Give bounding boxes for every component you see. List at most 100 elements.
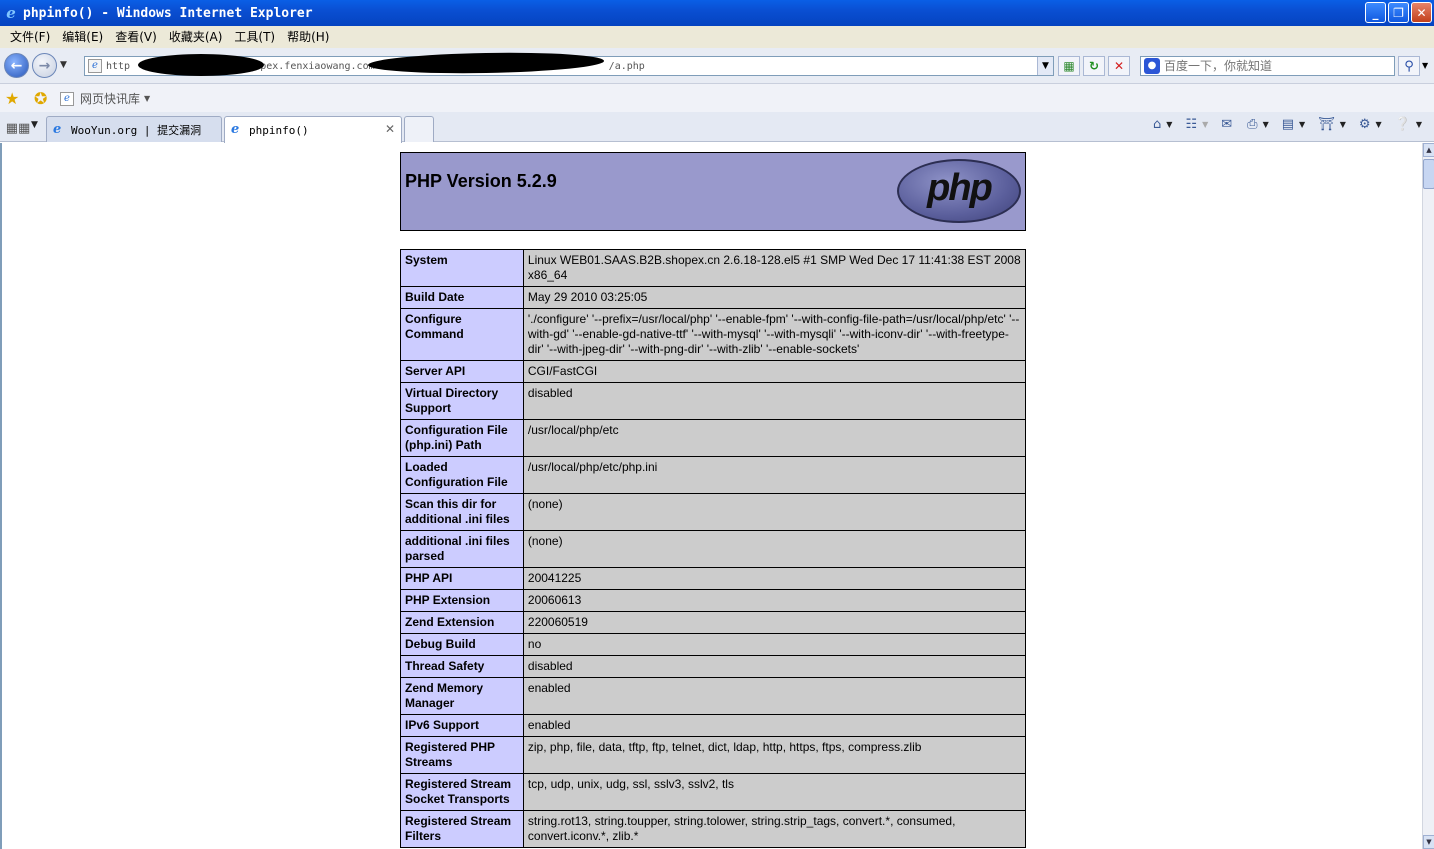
- back-arrow-icon[interactable]: ←: [4, 53, 29, 78]
- search-input[interactable]: [1164, 59, 1384, 73]
- tab-list-dropdown-icon[interactable]: ▼: [31, 120, 38, 130]
- web-slice-gallery-link[interactable]: e 网页快讯库 ▼: [60, 90, 150, 107]
- menu-file[interactable]: 文件(F): [4, 26, 56, 48]
- chevron-down-icon[interactable]: ▼: [1263, 120, 1269, 129]
- info-key: Zend Memory Manager: [400, 677, 524, 715]
- info-value: Linux WEB01.SAAS.B2B.shopex.cn 2.6.18-12…: [522, 249, 1027, 287]
- print-icon[interactable]: ⎙: [1245, 117, 1259, 132]
- table-row: Zend Memory Manager enabled: [400, 677, 1027, 715]
- forward-arrow-icon[interactable]: →: [32, 53, 57, 78]
- ie-page-icon: e: [53, 121, 62, 137]
- add-to-favorites-icon[interactable]: ✪: [34, 89, 47, 108]
- minimize-button[interactable]: _: [1365, 2, 1386, 23]
- info-key: Build Date: [400, 286, 524, 309]
- info-key: PHP Extension: [400, 589, 524, 612]
- table-row: IPv6 Support enabled: [400, 714, 1027, 737]
- stop-icon[interactable]: ✕: [1108, 56, 1130, 76]
- info-value: disabled: [522, 655, 1027, 678]
- new-tab-button[interactable]: [404, 116, 434, 142]
- gear-icon[interactable]: ⚙: [1357, 117, 1373, 132]
- php-logo[interactable]: php: [897, 159, 1021, 223]
- scroll-thumb[interactable]: [1423, 159, 1434, 189]
- info-value: tcp, udp, unix, udg, ssl, sslv3, sslv2, …: [522, 773, 1027, 811]
- chevron-down-icon[interactable]: ▼: [1376, 120, 1382, 129]
- rss-icon[interactable]: ☷: [1183, 117, 1199, 132]
- scroll-up-icon[interactable]: ▲: [1423, 143, 1434, 157]
- info-key: PHP API: [400, 567, 524, 590]
- info-value: /usr/local/php/etc/php.ini: [522, 456, 1027, 494]
- close-tab-icon[interactable]: ✕: [385, 122, 395, 136]
- chevron-down-icon[interactable]: ▼: [1416, 120, 1422, 129]
- menu-favorites[interactable]: 收藏夹(A): [163, 26, 229, 48]
- menu-edit[interactable]: 编辑(E): [56, 26, 109, 48]
- php-logo-text: php: [927, 166, 993, 209]
- info-value: zip, php, file, data, tftp, ftp, telnet,…: [522, 736, 1027, 774]
- chevron-down-icon[interactable]: ▼: [1166, 120, 1172, 129]
- home-icon[interactable]: ⌂: [1151, 117, 1163, 132]
- chevron-down-icon[interactable]: ▼: [1340, 120, 1346, 129]
- info-key: Loaded Configuration File: [400, 456, 524, 494]
- address-dropdown-icon[interactable]: ▼: [1037, 57, 1053, 75]
- info-key: Server API: [400, 360, 524, 383]
- table-row: System Linux WEB01.SAAS.B2B.shopex.cn 2.6…: [400, 249, 1027, 287]
- menu-help[interactable]: 帮助(H): [281, 26, 335, 48]
- info-key: Thread Safety: [400, 655, 524, 678]
- address-toolbar: ← → ▼ e http shopex.fenxiaowang.com /a.p…: [0, 48, 1434, 84]
- chevron-down-icon[interactable]: ▼: [1202, 120, 1208, 129]
- tab-phpinfo[interactable]: e phpinfo() ✕: [224, 116, 402, 143]
- safety-icon[interactable]: ⛩: [1316, 117, 1337, 132]
- table-row: Zend Extension 220060519: [400, 611, 1027, 634]
- table-row: Configuration File (php.ini) Path/usr/lo…: [400, 419, 1027, 457]
- search-field[interactable]: ●: [1140, 56, 1395, 76]
- compatibility-view-icon[interactable]: ▦: [1058, 56, 1080, 76]
- tab-wooyun[interactable]: e WooYun.org | 提交漏洞: [46, 116, 222, 142]
- php-info-table: System Linux WEB01.SAAS.B2B.shopex.cn 2.6…: [400, 249, 1027, 848]
- close-window-button[interactable]: ✕: [1411, 2, 1432, 23]
- address-input[interactable]: e http shopex.fenxiaowang.com /a.php ▼: [84, 50, 1054, 76]
- window-controls: _ ❐ ✕: [1365, 2, 1432, 23]
- vertical-scrollbar[interactable]: ▲ ▼: [1422, 143, 1434, 849]
- ie-logo-icon: e: [6, 4, 16, 22]
- menu-view[interactable]: 查看(V): [109, 26, 163, 48]
- menu-bar: 文件(F) 编辑(E) 查看(V) 收藏夹(A) 工具(T) 帮助(H): [0, 26, 1434, 48]
- info-value: no: [522, 633, 1027, 656]
- info-value: disabled: [522, 382, 1027, 420]
- quick-tabs-icon[interactable]: ▦▦: [6, 118, 31, 138]
- search-icon[interactable]: ⚲: [1398, 56, 1420, 76]
- info-key: Zend Extension: [400, 611, 524, 634]
- favorites-star-icon[interactable]: ★: [5, 89, 19, 108]
- menu-tools[interactable]: 工具(T): [228, 26, 281, 48]
- search-options-dropdown-icon[interactable]: ▼: [1422, 61, 1428, 70]
- table-row: Configure Command './configure' '--prefix…: [400, 308, 1027, 361]
- window-title-bar: e phpinfo() - Windows Internet Explorer …: [0, 0, 1434, 26]
- info-key: Registered Stream Socket Transports: [400, 773, 524, 811]
- table-row: Registered PHP Streams zip, php, file, da…: [400, 736, 1027, 774]
- favorites-bar: ★ ✪ e 网页快讯库 ▼: [0, 84, 1434, 112]
- help-icon[interactable]: ❔: [1393, 117, 1413, 132]
- table-row: Debug Build no: [400, 633, 1027, 656]
- info-value: './configure' '--prefix=/usr/local/php' …: [522, 308, 1027, 361]
- page-icon[interactable]: ▤: [1280, 117, 1296, 132]
- fav-link-label: 网页快讯库: [80, 92, 141, 106]
- info-value: string.rot13, string.toupper, string.tol…: [522, 810, 1027, 848]
- table-row: PHP API 20041225: [400, 567, 1027, 590]
- scroll-down-icon[interactable]: ▼: [1423, 835, 1434, 849]
- table-row: Virtual Directory Support disabled: [400, 382, 1027, 420]
- page-icon: e: [88, 59, 102, 73]
- info-key: System: [400, 249, 524, 287]
- chevron-down-icon: ▼: [144, 94, 151, 103]
- restore-button[interactable]: ❐: [1388, 2, 1409, 23]
- mail-icon[interactable]: ✉: [1219, 117, 1234, 132]
- table-row: Registered Stream Filters string.rot13, s…: [400, 810, 1027, 848]
- recent-pages-dropdown-icon[interactable]: ▼: [60, 60, 67, 70]
- php-header-box: PHP Version 5.2.9 php: [400, 152, 1026, 231]
- redaction-mark: [367, 50, 605, 75]
- url-scheme: http: [106, 60, 131, 72]
- info-value: CGI/FastCGI: [522, 360, 1027, 383]
- refresh-icon[interactable]: ↻: [1083, 56, 1105, 76]
- table-row: Loaded Configuration File/usr/local/php/…: [400, 456, 1027, 494]
- info-value: (none): [522, 493, 1027, 531]
- baidu-paw-icon: ●: [1144, 58, 1160, 74]
- chevron-down-icon[interactable]: ▼: [1299, 120, 1305, 129]
- info-key: IPv6 Support: [400, 714, 524, 737]
